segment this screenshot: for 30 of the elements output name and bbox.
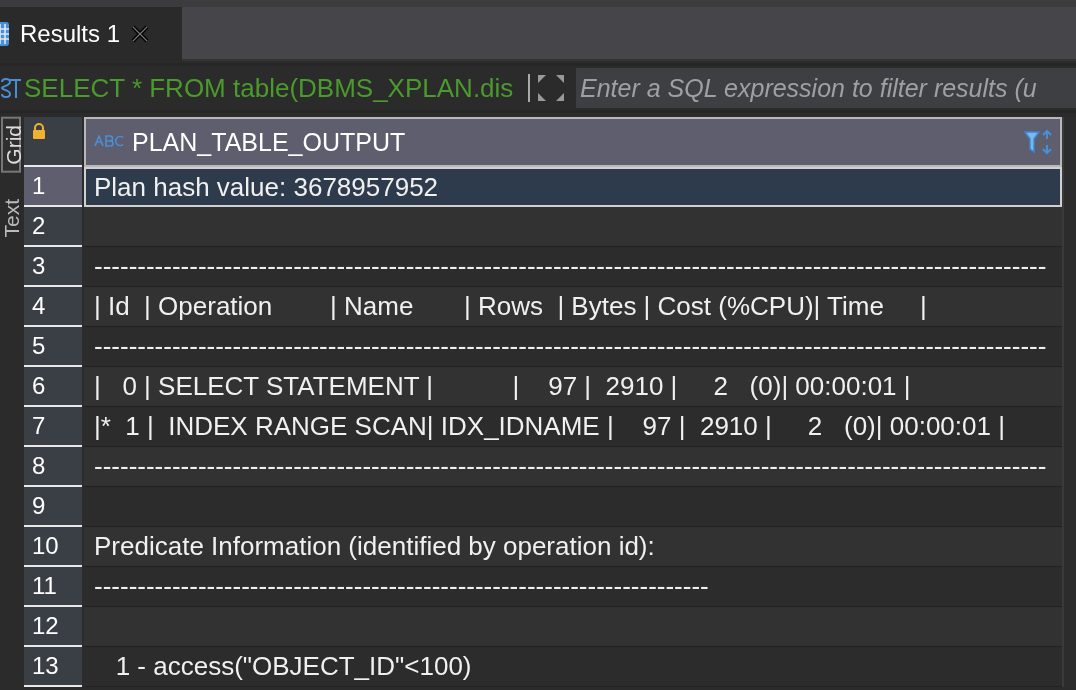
row-number[interactable]: 6 xyxy=(24,367,82,407)
expand-icon[interactable] xyxy=(536,73,566,103)
table-cell: | Id | Operation | Name | Rows | Bytes | Cost (%CPU)| Time | xyxy=(84,287,1062,327)
filter-field[interactable]: Enter a SQL expression to filter results (u xyxy=(576,68,1076,108)
lock-icon xyxy=(32,123,46,139)
close-icon[interactable] xyxy=(130,24,151,44)
row-number[interactable]: 9 xyxy=(24,487,82,527)
row-number[interactable]: 5 xyxy=(24,327,82,367)
row-number[interactable]: 10 xyxy=(24,527,82,567)
sql-icon xyxy=(0,75,22,101)
row-number[interactable]: 1 xyxy=(24,167,82,207)
view-tab[interactable]: Text xyxy=(1,192,21,244)
row-number[interactable]: 11 xyxy=(24,567,82,607)
table-cell: Plan hash value: 3678957952 xyxy=(84,167,1062,207)
view-tab[interactable]: Grid xyxy=(1,117,21,173)
table-cell: Predicate Information (identified by operation id): xyxy=(84,527,1062,567)
row-number[interactable]: 13 xyxy=(24,647,82,687)
row-number[interactable]: 2 xyxy=(24,207,82,247)
row-number[interactable]: 8 xyxy=(24,447,82,487)
column-header[interactable]: PLAN_TABLE_OUTPUT xyxy=(84,117,1062,167)
table-cell: -------------------------------------------------------------------------------------------------------------- xyxy=(84,447,1062,487)
table-icon xyxy=(0,21,10,47)
filter-icon[interactable] xyxy=(1024,130,1040,154)
row-number[interactable]: 7 xyxy=(24,407,82,447)
row-number[interactable]: 12 xyxy=(24,607,82,647)
table-cell: | 0 | SELECT STATEMENT | | 97 | 2910 | 2 (0)| 00:00:01 | xyxy=(84,367,1062,407)
row-number[interactable]: 4 xyxy=(24,287,82,327)
row-number[interactable]: 3 xyxy=(24,247,82,287)
query-text: SELECT * FROM table(DBMS_XPLAN.dis xyxy=(24,72,514,104)
tab-label: Results 1 xyxy=(20,20,121,48)
